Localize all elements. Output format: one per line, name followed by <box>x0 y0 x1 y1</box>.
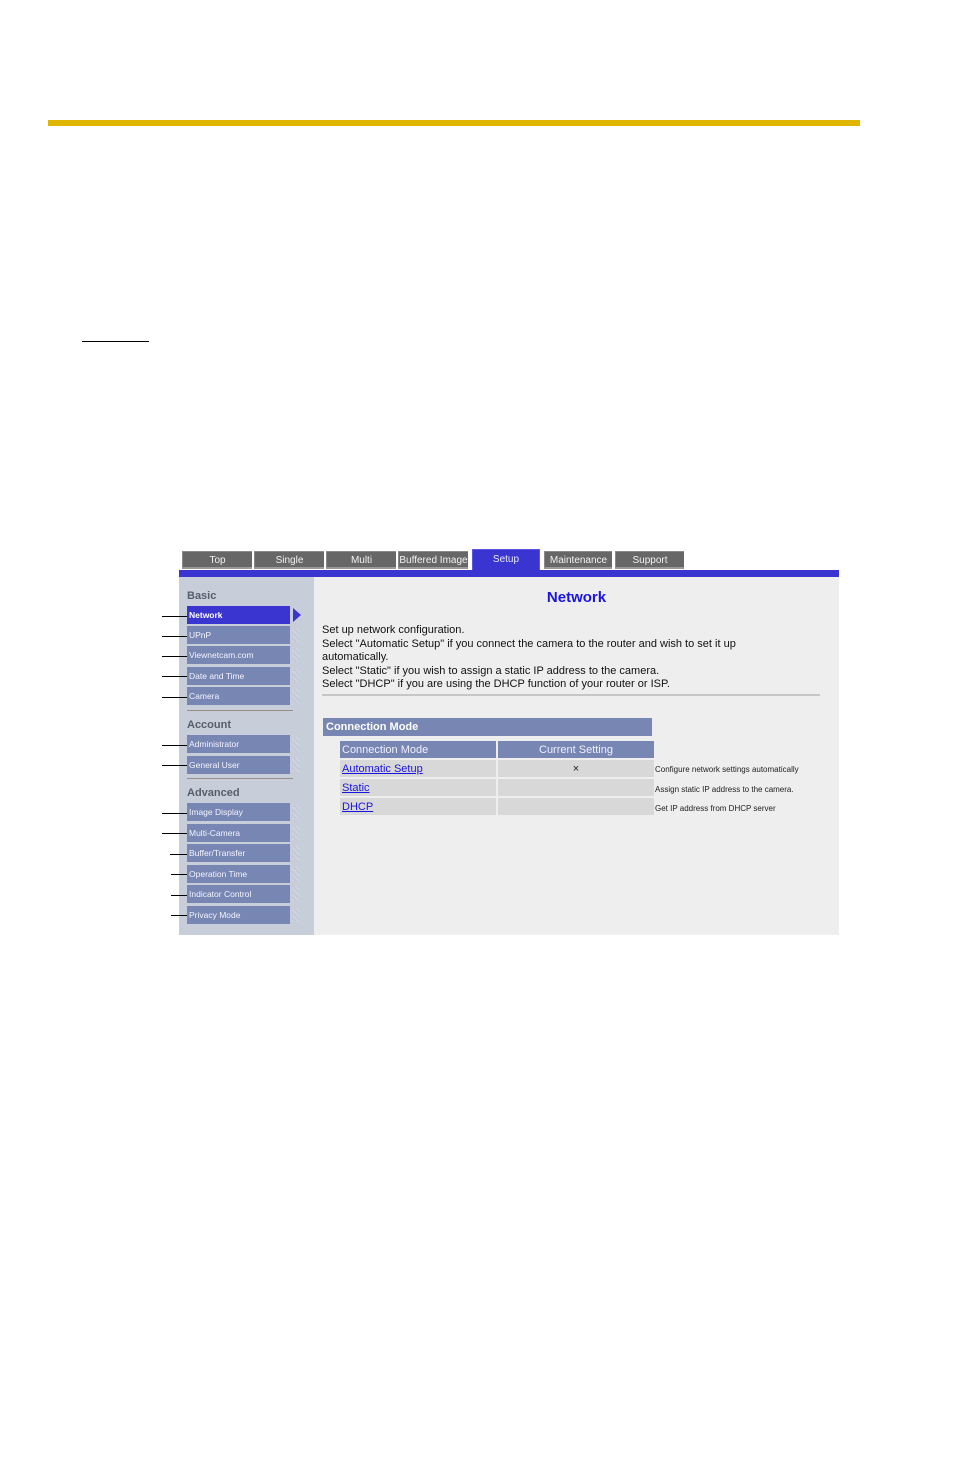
row-note: Get IP address from DHCP server <box>655 804 776 813</box>
current-setting-mark <box>498 779 654 796</box>
callout-line <box>162 765 187 766</box>
item-pattern-icon <box>292 648 300 662</box>
callout-line <box>162 813 187 814</box>
tab-setup[interactable]: Setup <box>472 549 540 571</box>
sidebar-item-general-user[interactable]: General User <box>187 756 290 774</box>
sidebar-item-administrator[interactable]: Administrator <box>187 735 290 753</box>
sidebar-item-date-and-time[interactable]: Date and Time <box>187 667 290 685</box>
underline-rule <box>82 341 149 342</box>
description-line: Select "Automatic Setup" if you connect … <box>322 637 736 664</box>
table-row: Static <box>340 779 654 796</box>
automatic-setup-link[interactable]: Automatic Setup <box>342 763 423 775</box>
table-row: DHCP <box>340 798 654 815</box>
table-row: Automatic Setup × <box>340 760 654 777</box>
item-pattern-icon <box>292 737 300 751</box>
callout-line <box>162 616 187 617</box>
item-pattern-icon <box>292 887 300 901</box>
tab-support[interactable]: Support <box>615 551 684 569</box>
sidebar-item-upnp[interactable]: UPnP <box>187 626 290 644</box>
sidebar-item-privacy-mode[interactable]: Privacy Mode <box>187 906 290 924</box>
table-header-row: Connection Mode Current Setting <box>340 741 654 758</box>
sidebar-divider <box>187 778 293 779</box>
dhcp-link[interactable]: DHCP <box>342 801 373 813</box>
description-line: Select "Static" if you wish to assign a … <box>322 664 660 677</box>
sidebar-divider <box>187 710 293 711</box>
callout-line <box>162 697 187 698</box>
sidebar-item-buffer-transfer[interactable]: Buffer/Transfer <box>187 844 290 862</box>
description-line: Set up network configuration. <box>322 624 465 636</box>
current-setting-mark: × <box>498 760 654 777</box>
callout-line <box>162 745 187 746</box>
callout-line <box>162 676 187 677</box>
tab-single[interactable]: Single <box>254 551 324 569</box>
tab-top[interactable]: Top <box>182 551 252 569</box>
main-content: Network Set up network configuration. Se… <box>314 577 839 935</box>
column-header: Connection Mode <box>340 741 496 758</box>
row-note: Assign static IP address to the camera. <box>655 785 794 794</box>
item-pattern-icon <box>292 846 300 860</box>
static-link[interactable]: Static <box>342 782 370 794</box>
callout-line <box>170 854 187 855</box>
item-pattern-icon <box>292 669 300 683</box>
sidebar-item-viewnetcam[interactable]: Viewnetcam.com <box>187 646 290 664</box>
page-description: Set up network configuration. Select "Au… <box>322 624 792 692</box>
content-divider <box>322 694 820 696</box>
sidebar-item-operation-time[interactable]: Operation Time <box>187 865 290 883</box>
callout-line <box>171 915 187 916</box>
description-line: Select "DHCP" if you are using the DHCP … <box>322 678 670 690</box>
section-basic: Basic <box>187 590 217 602</box>
item-pattern-icon <box>292 628 300 642</box>
current-setting-mark <box>498 798 654 815</box>
connection-mode-header: Connection Mode <box>323 718 652 736</box>
callout-line <box>162 833 187 834</box>
tab-multi[interactable]: Multi <box>326 551 396 569</box>
connection-mode-table: Connection Mode Current Setting Automati… <box>338 739 656 817</box>
page-title: Network <box>546 589 607 606</box>
sidebar-item-image-display[interactable]: Image Display <box>187 803 290 821</box>
section-account: Account <box>187 719 231 731</box>
header-rule <box>48 120 860 126</box>
callout-line <box>171 874 187 875</box>
section-advanced: Advanced <box>187 787 240 799</box>
sidebar-item-network[interactable]: Network <box>187 606 290 624</box>
tab-maintenance[interactable]: Maintenance <box>544 551 612 569</box>
item-pattern-icon <box>292 758 300 772</box>
tab-buffered-image[interactable]: Buffered Image <box>398 551 468 569</box>
sidebar-item-camera[interactable]: Camera <box>187 687 290 705</box>
sidebar-item-indicator-control[interactable]: Indicator Control <box>187 885 290 903</box>
item-pattern-icon <box>292 908 300 922</box>
sidebar-item-multi-camera[interactable]: Multi-Camera <box>187 824 290 842</box>
callout-line <box>171 895 187 896</box>
sidebar: Basic Network UPnP Viewnetcam.com Date a… <box>179 577 314 935</box>
camera-setup-screenshot: Top Single Multi Buffered Image Setup Ma… <box>179 549 839 935</box>
callout-line <box>162 656 187 657</box>
item-pattern-icon <box>292 805 300 819</box>
row-note: Configure network settings automatically <box>655 765 799 774</box>
tab-underline-bar <box>179 570 839 577</box>
item-pattern-icon <box>292 689 300 703</box>
item-pattern-icon <box>292 826 300 840</box>
active-arrow-icon <box>293 608 301 622</box>
callout-line <box>162 636 187 637</box>
column-header: Current Setting <box>498 741 654 758</box>
item-pattern-icon <box>292 867 300 881</box>
